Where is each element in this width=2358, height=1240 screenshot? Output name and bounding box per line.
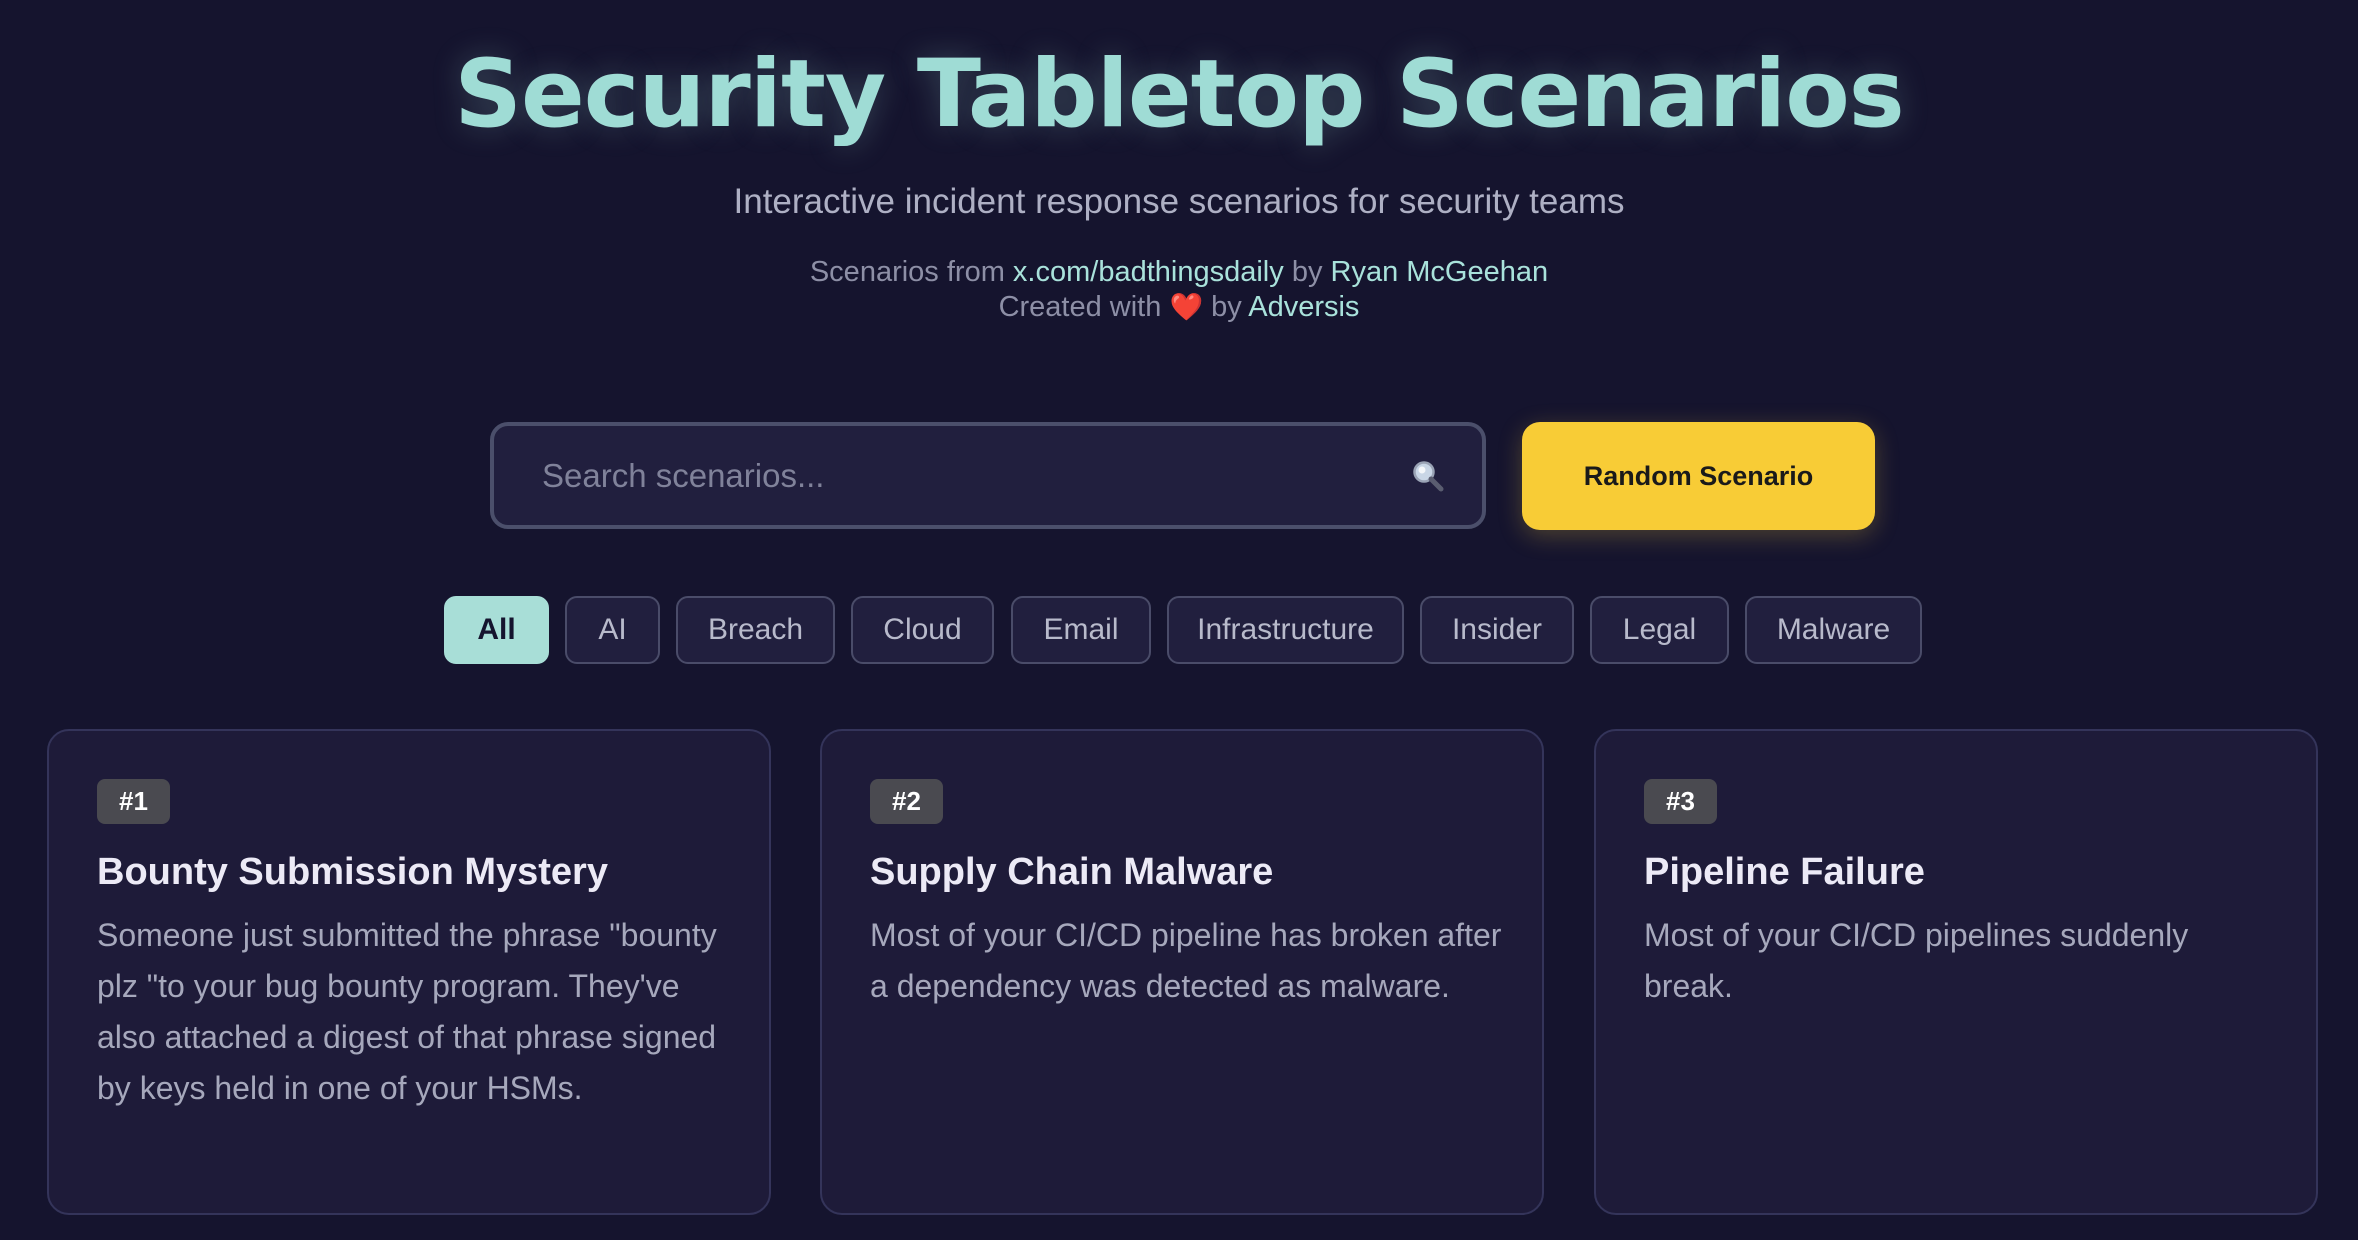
scenario-card[interactable]: #1 Bounty Submission Mystery Someone jus… <box>47 729 771 1215</box>
credit-line-created: Created with ❤️ by Adversis <box>0 289 2358 325</box>
heart-icon: ❤️ <box>1169 292 1204 322</box>
scenario-card[interactable]: #3 Pipeline Failure Most of your CI/CD p… <box>1594 729 2318 1215</box>
filter-ai[interactable]: AI <box>565 596 660 664</box>
badthingsdaily-link[interactable]: x.com/badthingsdaily <box>1013 256 1284 288</box>
scenario-number-badge: #3 <box>1644 779 1717 824</box>
filter-cloud[interactable]: Cloud <box>851 596 994 664</box>
search-icon[interactable] <box>1411 459 1445 493</box>
page-subtitle: Interactive incident response scenarios … <box>733 182 1625 221</box>
filter-insider[interactable]: Insider <box>1420 596 1574 664</box>
search-input[interactable] <box>542 426 1362 525</box>
scenario-description: Someone just submitted the phrase "bount… <box>97 917 717 1106</box>
filter-all[interactable]: All <box>444 596 549 664</box>
scenario-number-badge: #2 <box>870 779 943 824</box>
filter-malware[interactable]: Malware <box>1745 596 1922 664</box>
scenario-title: Bounty Submission Mystery <box>97 851 608 893</box>
created-with-text: Created with <box>998 291 1162 323</box>
scenario-number-badge: #1 <box>97 779 170 824</box>
credit-by: by <box>1291 256 1323 288</box>
scenario-description: Most of your CI/CD pipelines suddenly br… <box>1644 917 2189 1004</box>
filter-breach[interactable]: Breach <box>676 596 835 664</box>
filter-email[interactable]: Email <box>1011 596 1151 664</box>
credit-by: by <box>1211 291 1242 323</box>
search-box <box>490 422 1486 529</box>
filter-infrastructure[interactable]: Infrastructure <box>1167 596 1404 664</box>
scenario-title: Supply Chain Malware <box>870 851 1274 893</box>
page-title: Security Tabletop Scenarios <box>454 40 1904 149</box>
scenario-description: Most of your CI/CD pipeline has broken a… <box>870 917 1502 1004</box>
random-scenario-button[interactable]: Random Scenario <box>1522 422 1875 530</box>
adversis-link[interactable]: Adversis <box>1248 291 1359 323</box>
credit-line-scenarios: Scenarios from x.com/badthingsdaily by R… <box>0 254 2358 290</box>
credit-prefix: Scenarios from <box>809 256 1005 288</box>
ryan-mcgeehan-link[interactable]: Ryan McGeehan <box>1331 256 1549 288</box>
scenario-card[interactable]: #2 Supply Chain Malware Most of your CI/… <box>820 729 1544 1215</box>
filter-legal[interactable]: Legal <box>1590 596 1729 664</box>
scenario-title: Pipeline Failure <box>1644 851 1925 893</box>
